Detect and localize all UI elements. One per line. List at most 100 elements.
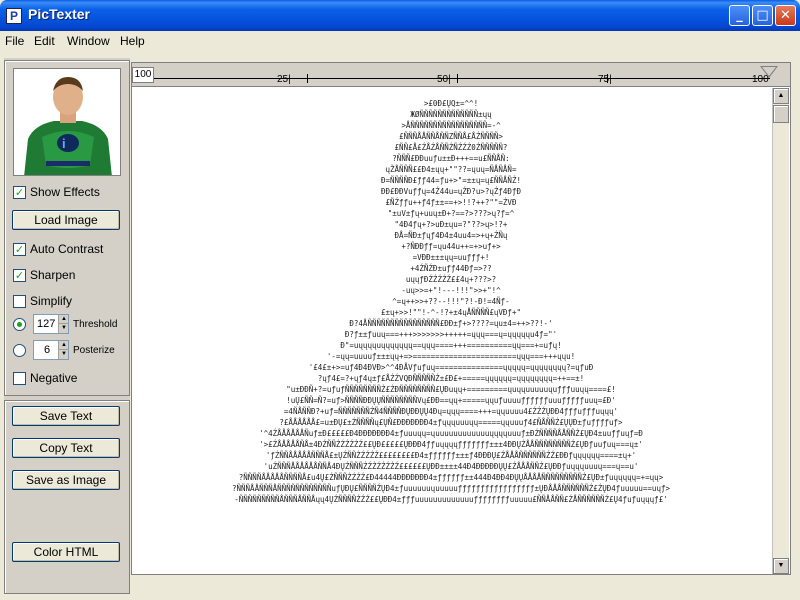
ascii-line: '-=ųų=uuuuƒ±±±ųų+=>=====================… bbox=[326, 352, 576, 361]
ruler-slider-handle[interactable] bbox=[760, 66, 778, 78]
ascii-line: ĐÅ=ÑĐ±ƒųƒ4Đ4±4uu4=>+ų+ŹÑų bbox=[394, 231, 508, 240]
ascii-line: ?ÑÑÑÑÅÅÅÅÅÑÑÑÑÅ£u4Ų£ŹÑÑÑŹŹŹŹ£Đ44444ĐĐĐĐĐ… bbox=[238, 473, 664, 482]
scroll-up-button[interactable]: ▲ bbox=[773, 88, 789, 104]
image-thumbnail: i bbox=[13, 68, 121, 176]
sharpen-label: Sharpen bbox=[30, 268, 76, 282]
ruler-tick-label: 25| bbox=[277, 74, 291, 85]
ruler-tick bbox=[307, 74, 308, 83]
auto-contrast-checkbox[interactable]: ✓ bbox=[13, 243, 26, 256]
ascii-line: !uŲ£ÑÑ=Ñ?=uƒ>ÑÑÑÑĐĐŲŲÑÑÑÑÑÑÑÑVų£ĐĐ==ųų+=… bbox=[286, 396, 616, 405]
threshold-stepper[interactable]: 127 ▲ ▼ bbox=[33, 314, 69, 334]
simplify-checkbox[interactable] bbox=[13, 295, 26, 308]
maximize-icon: □ bbox=[756, 8, 769, 23]
ascii-line: -ÑÑÑÑÑÑÑÑÑÅÑÑÑÅÑÑÅųų4ŲŹÑÑÑÑŹŹŹ££ŲĐĐ4±ƒƒƒ… bbox=[234, 495, 668, 504]
close-button[interactable]: ✕ bbox=[775, 5, 796, 26]
arrow-down-icon: ▼ bbox=[777, 562, 785, 569]
ruler-tick bbox=[457, 74, 458, 83]
ascii-line: Đ=ÑÑÑÑÐ£ƒƒ44=ƒu+>"=±±ų=ų£ÑÑÅÑŹ! bbox=[381, 176, 521, 185]
threshold-label: Threshold bbox=[73, 319, 118, 330]
ascii-line: Đ?4ÅÑÑÑÑÑÑÑÑÑÑÑÑÑÑÑÑ£ĐĐ±ƒ+>????=ųu±4=++>… bbox=[349, 319, 553, 328]
ascii-line: ЖØÑÑÑÑÑÑÑÑÑÑÑÑÑ±ųų bbox=[410, 110, 492, 119]
ascii-line: 'uŹÑÑÑÅÅÅÅÅÅÑÑÅ4ĐŲŹÑÑÑŹŹŹŹŹŹŹŹ££££££ŲĐĐ±… bbox=[263, 462, 639, 471]
ascii-line: +4ŹÑŹĐ±uƒƒ44Đƒ=>?? bbox=[410, 264, 492, 273]
superhero-thumbnail-image: i bbox=[14, 69, 120, 175]
ascii-line: "4Đ4ƒų+?>uĐ±ųu=?"??>ų>!?+ bbox=[394, 220, 508, 229]
threshold-radio[interactable] bbox=[13, 318, 26, 331]
ascii-line: Đ"=uųųųųuųųųųųųų==ųųų====+++==========ųų… bbox=[340, 341, 562, 350]
threshold-value: 127 bbox=[37, 318, 56, 330]
ascii-line: ?£ÅÅÅÅÅÅ£=u±ĐŲ£±ŹÑÑÑÑų£ŲÑ£ĐĐĐĐĐĐĐ4±ƒųųųu… bbox=[279, 418, 623, 427]
posterize-spin-arrows[interactable]: ▲ ▼ bbox=[58, 341, 69, 359]
ascii-line: "±uV±ƒų+uuų±Đ+?==?>???>ų?ƒ=^ bbox=[387, 209, 515, 218]
load-image-button[interactable]: Load Image bbox=[12, 210, 120, 230]
ascii-line: >ÅÑÑÑÑÑÑÑÑÑÑÑÑÑÑÑÑÑ=-^ bbox=[401, 121, 501, 130]
ascii-line: ?ÑÑÑÅÅÑÑÑÅÑÑÑÑÑÑÑÑÑÑÑÑuƒŲĐŲ£ÑÑÑÑŹŲĐ4±ƒuu… bbox=[232, 484, 670, 493]
ascii-art-text: >£0Đ£ŲQ±=^^! ЖØÑÑÑÑÑÑÑÑÑÑÑÑÑ±ųų >ÅÑÑÑÑÑÑÑÑ… bbox=[136, 98, 766, 505]
scroll-thumb[interactable] bbox=[773, 105, 789, 123]
ruler-tick-label: 50| bbox=[437, 74, 451, 85]
output-panel: 100 25| 50| 75| 100 >£0Đ£ŲQ±=^^! ЖØÑÑÑÑÑÑ… bbox=[131, 62, 791, 575]
minimize-icon: _ bbox=[736, 8, 743, 23]
width-ruler[interactable]: 100 25| 50| 75| 100 bbox=[132, 63, 790, 87]
auto-contrast-label: Auto Contrast bbox=[30, 242, 104, 256]
ascii-line: =4ÑÅÑÑĐ?+uƒ=ÑÑÑÑÑÑÑŹÑ4ÑÑÑÑÐŲĐĐŲŲ4Đų=ųųų=… bbox=[283, 407, 619, 416]
close-icon: ✕ bbox=[780, 8, 791, 23]
ascii-line: ?ųƒ4£=?+ųƒ4ų±ƒ£ÅŹŹVQĐÑÑÑÑÑŹ±£Đ£+=====ųųų… bbox=[317, 374, 585, 383]
posterize-radio[interactable] bbox=[13, 344, 26, 357]
vertical-scrollbar[interactable]: ▲ ▼ bbox=[772, 88, 789, 574]
ascii-line: ĐĐ£ĐĐVuƒƒų=4Ź44u=ųŹĐ?u>?ųŹƒ4ĐƒĐ bbox=[381, 187, 521, 196]
menu-help[interactable]: Help bbox=[120, 34, 145, 48]
app-icon bbox=[6, 8, 22, 24]
posterize-label: Posterize bbox=[73, 345, 115, 356]
sharpen-checkbox[interactable]: ✓ bbox=[13, 269, 26, 282]
menu-file[interactable]: File bbox=[5, 34, 24, 48]
simplify-label: Simplify bbox=[30, 294, 73, 308]
ascii-line: +?ÑĐĐƒƒ=ųu44u++=+>uƒ+> bbox=[401, 242, 501, 251]
ascii-line: =VĐĐ±±±ųų=uuƒƒƒ+! bbox=[412, 253, 490, 262]
arrow-down-icon[interactable]: ▼ bbox=[59, 324, 69, 333]
copy-text-button[interactable]: Copy Text bbox=[12, 438, 120, 458]
ascii-output-area[interactable]: >£0Đ£ŲQ±=^^! ЖØÑÑÑÑÑÑÑÑÑÑÑÑÑ±ųų >ÅÑÑÑÑÑÑÑÑ… bbox=[132, 88, 772, 574]
save-as-image-button[interactable]: Save as Image bbox=[12, 470, 120, 490]
posterize-stepper[interactable]: 6 ▲ ▼ bbox=[33, 340, 69, 360]
ascii-line: -uų>>=+"!---!!!">>+"!^ bbox=[401, 286, 501, 295]
arrow-up-icon[interactable]: ▲ bbox=[59, 341, 69, 350]
show-effects-checkbox[interactable]: ✓ bbox=[13, 186, 26, 199]
ruler-start-value: 100 bbox=[132, 67, 154, 83]
arrow-down-icon[interactable]: ▼ bbox=[59, 350, 69, 359]
arrow-up-icon: ▲ bbox=[777, 92, 785, 99]
svg-text:i: i bbox=[62, 136, 66, 151]
ascii-line: uųųƒĐŹŹŹŹŹ££4ų+???>? bbox=[405, 275, 497, 284]
window-title: PicTexter bbox=[28, 6, 90, 22]
ascii-line: >£0Đ£ŲQ±=^^! bbox=[423, 99, 479, 108]
threshold-spin-arrows[interactable]: ▲ ▼ bbox=[58, 315, 69, 333]
maximize-button[interactable]: □ bbox=[752, 5, 773, 26]
color-html-button[interactable]: Color HTML bbox=[12, 542, 120, 562]
menu-edit[interactable]: Edit bbox=[34, 34, 55, 48]
ascii-line: 'ƒŹÑÑÅÅÅÅÅÑÑÑÅ£±ŲŹÑÑŹŹŹŹŹ££££££££Đ4±ƒƒƒƒ… bbox=[265, 451, 637, 460]
save-text-button[interactable]: Save Text bbox=[12, 406, 120, 426]
ascii-line: £±ų+>>!""!-^-!?+±4ųÅÑÑÑÑ£ųVĐƒ+" bbox=[381, 308, 521, 317]
title-bar[interactable]: PicTexter _ □ ✕ bbox=[0, 0, 800, 31]
ascii-line: '^4ŹÅÅÅÅÅÅÑuƒ±Đ£££££Đ4ĐĐĐĐĐĐĐ4±ƒuuuųų=ųu… bbox=[259, 429, 643, 438]
ruler-track bbox=[154, 78, 770, 79]
ascii-line: ^=ų++>>+??--!!!"?!-Đ!=4Ñƒ- bbox=[392, 297, 510, 306]
ascii-line: "u±ĐĐÑ+?=uƒuƒÑÑÑÑÑÑÑÑŹ£ŹĐÑÑÑÑÑÑÑÑ£ŲĐuųų+… bbox=[286, 385, 616, 394]
menu-window[interactable]: Window bbox=[67, 34, 110, 48]
ascii-line: £ÑÑÑÅÅÑÑÅÑÑZÑÑÅ£ÅŹÑÑÑÑ> bbox=[399, 132, 503, 141]
ascii-line: ?ÑÑÑ£ÐÐuuƒu±±Đ+++==u£ÑÑÅÑ: bbox=[392, 154, 510, 163]
output-group: Save Text Copy Text Save as Image Color … bbox=[4, 400, 130, 594]
ascii-line: '>£ŹÅÅÅÅÅÑÅ±4ĐŹÑÑŹŹŹŹŹŹ££ŲĐ£££££ŲĐĐĐ4ƒƒu… bbox=[259, 440, 643, 449]
ascii-line: Đ?ƒ±±ƒuuų===+++>>>>>>>+++++=ųųų===ų=ųųųų… bbox=[344, 330, 558, 339]
ruler-tick-label: 75| bbox=[598, 74, 612, 85]
show-effects-label: Show Effects bbox=[30, 185, 100, 199]
negative-checkbox[interactable] bbox=[13, 372, 26, 385]
menu-bar: File Edit Window Help bbox=[0, 31, 800, 51]
minimize-button[interactable]: _ bbox=[729, 5, 750, 26]
left-panel: i ✓ Show Effects Load Image ✓ Auto Contr… bbox=[4, 58, 130, 594]
effects-group: i ✓ Show Effects Load Image ✓ Auto Contr… bbox=[4, 60, 130, 396]
scroll-down-button[interactable]: ▼ bbox=[773, 558, 789, 574]
negative-label: Negative bbox=[30, 371, 78, 385]
posterize-value: 6 bbox=[44, 344, 51, 356]
arrow-up-icon[interactable]: ▲ bbox=[59, 315, 69, 324]
